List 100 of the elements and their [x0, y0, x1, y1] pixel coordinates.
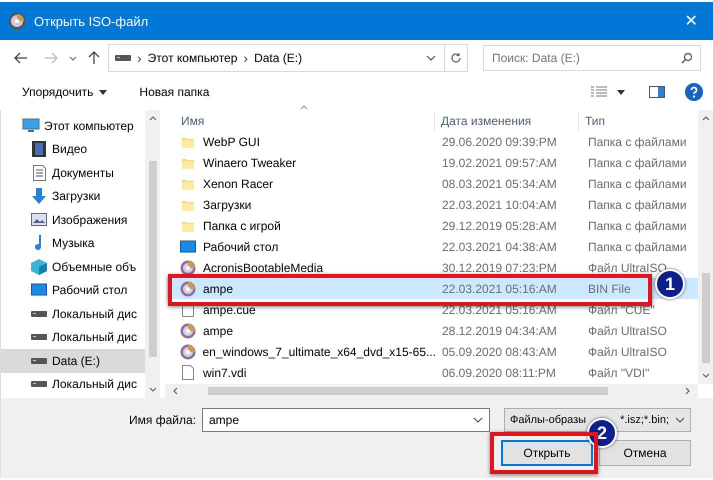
drive-icon [115, 54, 131, 62]
type-cell: Файл UltraISO [588, 344, 667, 358]
file-row[interactable]: win7.vdi 06.09.2020 08:11:PM Файл "VDI" [167, 362, 698, 383]
file-name: en_windows_7_ultimate_x64_dvd_x15-65... [202, 344, 436, 358]
file-name: WebP GUI [203, 134, 260, 148]
refresh-icon[interactable] [450, 52, 462, 64]
file-name: Winaero Tweaker [203, 156, 296, 170]
preview-pane-icon[interactable] [649, 86, 665, 98]
date-cell-text: 19.02.2021 09:57:AM [441, 156, 558, 170]
sidebar-item[interactable]: Локальный дис [1, 326, 146, 349]
sidebar-item[interactable]: Видео [1, 138, 146, 161]
sidebar-item[interactable]: Локальный дис [1, 372, 146, 396]
search-icon [681, 52, 693, 64]
disc-icon [180, 322, 196, 338]
file-name: Папка с игрой [203, 218, 281, 232]
file-row[interactable]: ampe.cue 22.03.2021 05:16:AM Файл "CUE" [167, 299, 698, 320]
type-cell: Файл UltraISO [588, 324, 667, 338]
file-name: AcronisBootableMedia [203, 260, 324, 274]
date-cell-text: 22.03.2021 04:38:AM [441, 240, 558, 254]
scroll-down-icon[interactable] [148, 387, 157, 392]
back-arrow-icon[interactable] [14, 52, 28, 64]
sidebar-item[interactable]: Изображения [1, 208, 146, 232]
date-cell-text: 29.06.2020 09:39:PM [441, 134, 558, 148]
search-field[interactable]: Поиск: Data (E:) [483, 45, 701, 71]
scrollbar-thumb[interactable] [148, 161, 157, 357]
sidebar-item[interactable]: Документы [1, 161, 146, 184]
caret-icon [99, 90, 108, 94]
scroll-up-icon[interactable] [148, 116, 157, 121]
chevron-down-icon[interactable] [473, 417, 483, 423]
date-cell-text: 06.09.2020 08:11:PM [441, 366, 557, 380]
file-row[interactable]: WebP GUI 29.06.2020 09:39:PM Папка с файлами [167, 131, 698, 152]
date-cell-text: 28.12.2019 04:34:AM [441, 324, 558, 338]
desktop-icon [31, 283, 47, 298]
list-view-icon[interactable] [591, 86, 607, 98]
breadcrumb-separator: › [137, 50, 142, 66]
drive-icon [31, 310, 47, 318]
sidebar-item[interactable]: Загрузки [1, 184, 146, 208]
caret-icon[interactable] [617, 90, 625, 94]
file-row[interactable]: Xenon Racer 08.03.2021 05:34:AM Папка с файлами [167, 173, 698, 194]
type-cell: Файл "VDI" [588, 366, 650, 380]
type-cell: Папка с файлами [588, 198, 687, 212]
sidebar-item[interactable]: Локальный дис [1, 302, 146, 326]
column-header[interactable]: Дата изменения [434, 112, 578, 131]
file-name: ampe.cue [203, 302, 256, 316]
images-icon [31, 213, 47, 226]
sidebar-item[interactable]: Музыка [1, 232, 146, 255]
close-button[interactable]: ✕ [669, 2, 713, 40]
chevron-down-icon[interactable] [69, 56, 77, 60]
filename-field[interactable]: ampe [202, 408, 490, 432]
type-cell: Папка с файлами [588, 218, 687, 232]
filename-label: Имя файла: [129, 413, 196, 427]
chevron-down-icon[interactable] [675, 417, 685, 423]
type-cell: Папка с файлами [588, 176, 687, 190]
type-cell: Папка с файлами [588, 156, 687, 170]
scrollbar-thumb[interactable] [702, 273, 710, 363]
address-bar[interactable]: › Этот компьютер › Data (E:) [108, 44, 468, 72]
sidebar-item[interactable]: Рабочий стол [1, 278, 146, 302]
disc-icon [180, 344, 196, 360]
new-folder-button[interactable]: Новая папка [131, 81, 218, 103]
cube-icon [31, 258, 47, 275]
help-icon[interactable] [685, 83, 703, 101]
docs-icon [32, 164, 46, 181]
disc-icon [180, 260, 196, 276]
computer-icon [22, 118, 40, 134]
date-cell-text: 22.03.2021 05:16:AM [441, 282, 558, 296]
cancel-button[interactable]: Отмена [599, 440, 691, 466]
scroll-left-icon[interactable] [173, 387, 178, 395]
breadcrumb[interactable]: Data (E:) [254, 51, 302, 65]
file-icon [182, 365, 194, 380]
file-row[interactable]: ampe 28.12.2019 04:34:AM Файл UltraISO [167, 320, 698, 341]
file-name: ampe [203, 282, 234, 296]
file-row[interactable]: Winaero Tweaker 19.02.2021 09:57:AM Папка с файлами [167, 152, 698, 173]
file-name: win7.vdi [203, 366, 246, 380]
scrollbar-thumb[interactable] [208, 387, 608, 395]
organize-button[interactable]: Упорядочить [14, 81, 116, 103]
date-cell-text: 30.12.2019 07:23:PM [441, 260, 558, 274]
drive-icon [31, 333, 47, 342]
sort-caret-icon [300, 105, 308, 110]
sidebar-item[interactable]: Объемные объ [1, 255, 146, 278]
file-name: Xenon Racer [203, 176, 274, 190]
file-row[interactable]: Рабочий стол 22.03.2021 04:38:AM Папка с файлами [167, 236, 698, 257]
column-header[interactable]: Имя [165, 112, 434, 131]
file-row[interactable]: en_windows_7_ultimate_x64_dvd_x15-65... 05.09.2020 08:43:AM Файл UltraISO [167, 341, 698, 362]
up-arrow-icon[interactable] [88, 51, 100, 65]
desktop-icon [180, 240, 196, 254]
breadcrumb[interactable]: Этот компьютер [148, 51, 238, 65]
scroll-down-icon[interactable] [702, 373, 710, 378]
sidebar-item[interactable]: Data (E:) [1, 349, 146, 372]
window-title: Открыть ISO-файл [34, 14, 150, 28]
date-cell-text: 05.09.2020 08:43:AM [441, 344, 558, 358]
date-cell-text: 08.03.2021 05:34:AM [441, 176, 558, 190]
file-row[interactable]: Загрузки 22.03.2021 10:04:AM Папка с файлами [167, 194, 698, 215]
file-name: Загрузки [203, 198, 252, 212]
scroll-up-icon[interactable] [702, 116, 710, 121]
breadcrumb-separator: › [243, 50, 248, 66]
file-row[interactable]: Папка с игрой 29.12.2019 05:28:AM Папка с файлами [167, 215, 698, 236]
open-button[interactable]: Открыть [501, 440, 593, 466]
scroll-right-icon[interactable] [685, 387, 690, 395]
chevron-down-icon[interactable] [426, 55, 436, 61]
sidebar-item[interactable]: Этот компьютер [1, 114, 146, 138]
